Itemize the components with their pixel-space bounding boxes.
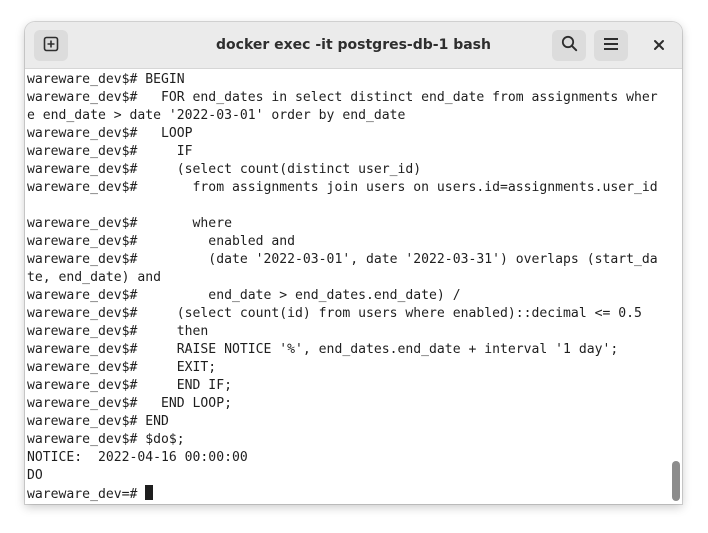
menu-button[interactable] [594,30,628,61]
terminal-line: wareware_dev$# RAISE NOTICE '%', end_dat… [27,342,619,357]
scrollbar-thumb[interactable] [672,461,680,501]
close-icon [653,36,665,55]
terminal-line: wareware_dev$# then [27,324,209,339]
terminal-line: wareware_dev$# EXIT; [27,360,217,375]
header-bar: docker exec -it postgres-db-1 bash [25,22,682,69]
terminal-line: wareware_dev$# end_date > end_dates.end_… [27,288,461,303]
terminal-line: wareware_dev$# (date '2022-03-01', date … [27,252,658,267]
terminal-line: wareware_dev$# from assignments join use… [27,180,658,195]
terminal-line: wareware_dev$# IF [27,144,193,159]
terminal-line: DO [27,468,43,483]
terminal-line: e end_date > date '2022-03-01' order by … [27,108,406,123]
terminal-line: wareware_dev$# END IF; [27,378,232,393]
terminal-line: wareware_dev$# enabled and [27,234,296,249]
close-button[interactable] [642,30,676,61]
hamburger-menu-icon [603,36,619,55]
terminal-line: wareware_dev$# END [27,414,169,429]
terminal-window: docker exec -it postgres-db-1 bash warew… [25,22,682,504]
search-button[interactable] [552,30,586,61]
terminal-line: wareware_dev$# END LOOP; [27,396,232,411]
terminal-line: wareware_dev$# where [27,216,232,231]
terminal-line: wareware_dev$# LOOP [27,126,193,141]
terminal-line: wareware_dev$# BEGIN [27,72,185,87]
terminal-line: wareware_dev$# $do$; [27,432,185,447]
terminal-line: te, end_date) and [27,270,162,285]
terminal-line: wareware_dev$# (select count(id) from us… [27,306,642,321]
prompt-text: wareware_dev=# [27,487,146,502]
text-cursor [145,485,154,500]
search-icon [561,35,578,56]
prompt-line[interactable]: wareware_dev=# [27,485,658,503]
terminal-lines: wareware_dev$# BEGIN wareware_dev$# FOR … [27,71,658,503]
terminal-output[interactable]: wareware_dev$# BEGIN wareware_dev$# FOR … [25,69,682,504]
terminal-line: NOTICE: 2022-04-16 00:00:00 [27,450,248,465]
terminal-line: wareware_dev$# (select count(distinct us… [27,162,422,177]
terminal-line: wareware_dev$# FOR end_dates in select d… [27,90,658,105]
window-title: docker exec -it postgres-db-1 bash [216,37,491,53]
plus-square-icon [43,36,59,56]
new-tab-button[interactable] [34,30,68,61]
